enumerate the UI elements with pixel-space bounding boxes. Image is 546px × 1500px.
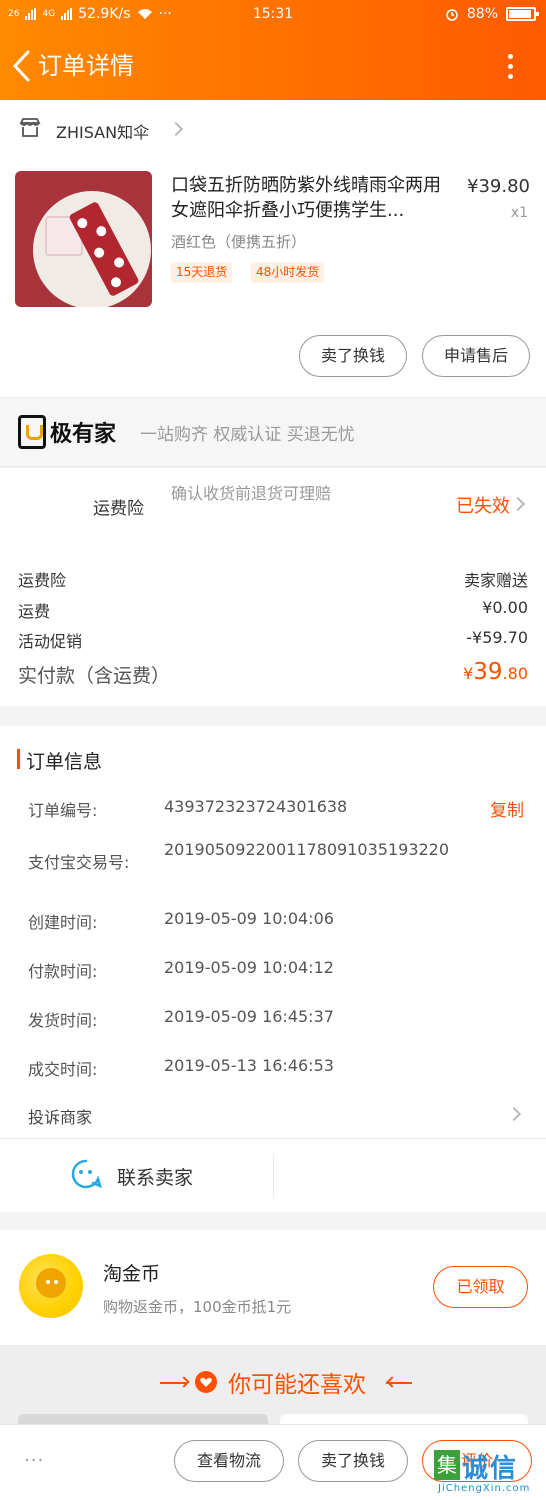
order-info-title: 订单信息 (26, 751, 103, 773)
resell-button-bottom[interactable]: 卖了换钱 (298, 1440, 408, 1482)
title-bar: 订单详情 (0, 38, 546, 94)
alipay-no-label: 支付宝交易号: (28, 853, 130, 872)
cost-label-promo: 活动促销 (18, 632, 83, 651)
watermark-text: 诚信 (462, 1454, 519, 1484)
product-name[interactable]: 口袋五折防晒防紫外线晴雨伞两用女遮阳伞折叠小巧便携学生... (171, 173, 451, 223)
order-no-value: 439372323724301638 (164, 797, 348, 816)
contact-seller-button[interactable]: 联系卖家 (117, 1163, 193, 1190)
bottom-more-icon[interactable]: ··· (24, 1450, 44, 1471)
jiyoujia-logo-icon (18, 415, 46, 449)
shop-icon (19, 118, 41, 137)
copy-button[interactable]: 复制 (490, 796, 524, 821)
cost-label-insurance: 运费险 (18, 571, 67, 590)
gold-coin-icon (19, 1254, 83, 1318)
paid-label: 付款时间: (28, 962, 98, 981)
battery-icon (506, 7, 539, 21)
back-arrow-icon[interactable] (10, 48, 34, 84)
battery-percent: 88% (466, 6, 498, 22)
total-label: 实付款（含运费） (18, 665, 171, 687)
more-menu-icon[interactable] (508, 48, 516, 84)
tag-return: 15天退货 (171, 262, 233, 283)
completed-label: 成交时间: (28, 1060, 98, 1079)
shop-name[interactable]: ZHISAN知伞 (56, 119, 149, 143)
cost-value-shipping: ¥0.00 (482, 598, 528, 617)
cost-value-promo: -¥59.70 (466, 628, 528, 647)
tag-shipping: 48小时发货 (251, 262, 325, 283)
cost-value-insurance: 卖家赠送 (463, 571, 528, 590)
shipped-value: 2019-05-09 16:45:37 (164, 1007, 334, 1026)
watermark-url: JiChengXin.com (438, 1483, 531, 1494)
recommend-title: 你可能还喜欢 (228, 1372, 366, 1398)
paid-value: 2019-05-09 10:04:12 (164, 958, 334, 977)
status-bar: 26 4G 52.9K/s ··· 15:31 88% (0, 0, 546, 30)
heart-icon (195, 1371, 217, 1393)
watermark-char: 集 (434, 1450, 460, 1480)
product-price: ¥39.80 (467, 176, 530, 197)
order-no-label: 订单编号: (28, 801, 98, 820)
page-title: 订单详情 (38, 52, 134, 80)
resell-button[interactable]: 卖了换钱 (299, 335, 407, 377)
cost-label-shipping: 运费 (18, 602, 51, 621)
section-marker (17, 749, 20, 769)
insurance-label: 运费险 (93, 499, 144, 519)
alipay-no-value: 2019050922001178091035193220 (164, 840, 450, 859)
jiyoujia-slogan: 一站购齐 权威认证 买退无忧 (140, 425, 355, 445)
total-amount: ¥39.80 (463, 659, 528, 685)
product-image[interactable] (15, 171, 152, 307)
insurance-desc: 确认收货前退货可理赔 (171, 484, 332, 503)
divider (0, 1138, 546, 1139)
product-qty: x1 (510, 205, 528, 221)
watermark-logo: 集 诚信 JiChengXin.com (428, 1448, 544, 1498)
jiyoujia-brand: 极有家 (50, 422, 117, 447)
created-value: 2019-05-09 10:04:06 (164, 909, 334, 928)
created-label: 创建时间: (28, 913, 98, 932)
completed-value: 2019-05-13 16:46:53 (164, 1056, 334, 1075)
shipped-label: 发货时间: (28, 1011, 98, 1030)
vertical-divider (273, 1155, 274, 1197)
complain-link[interactable]: 投诉商家 (28, 1104, 92, 1128)
insurance-status[interactable]: 已失效 (456, 492, 510, 518)
header: 26 4G 52.9K/s ··· 15:31 88% 订单详情 (0, 0, 546, 100)
alarm-icon (446, 9, 458, 21)
view-logistics-button[interactable]: 查看物流 (174, 1440, 284, 1482)
chat-icon[interactable] (70, 1158, 102, 1190)
product-sku: 酒红色（便携五折） (171, 233, 307, 251)
after-sale-button[interactable]: 申请售后 (422, 335, 530, 377)
gold-coin-title: 淘金币 (103, 1263, 161, 1285)
gold-coin-desc: 购物返金币，100金币抵1元 (103, 1298, 292, 1316)
gold-coin-claimed-button[interactable]: 已领取 (433, 1266, 528, 1308)
